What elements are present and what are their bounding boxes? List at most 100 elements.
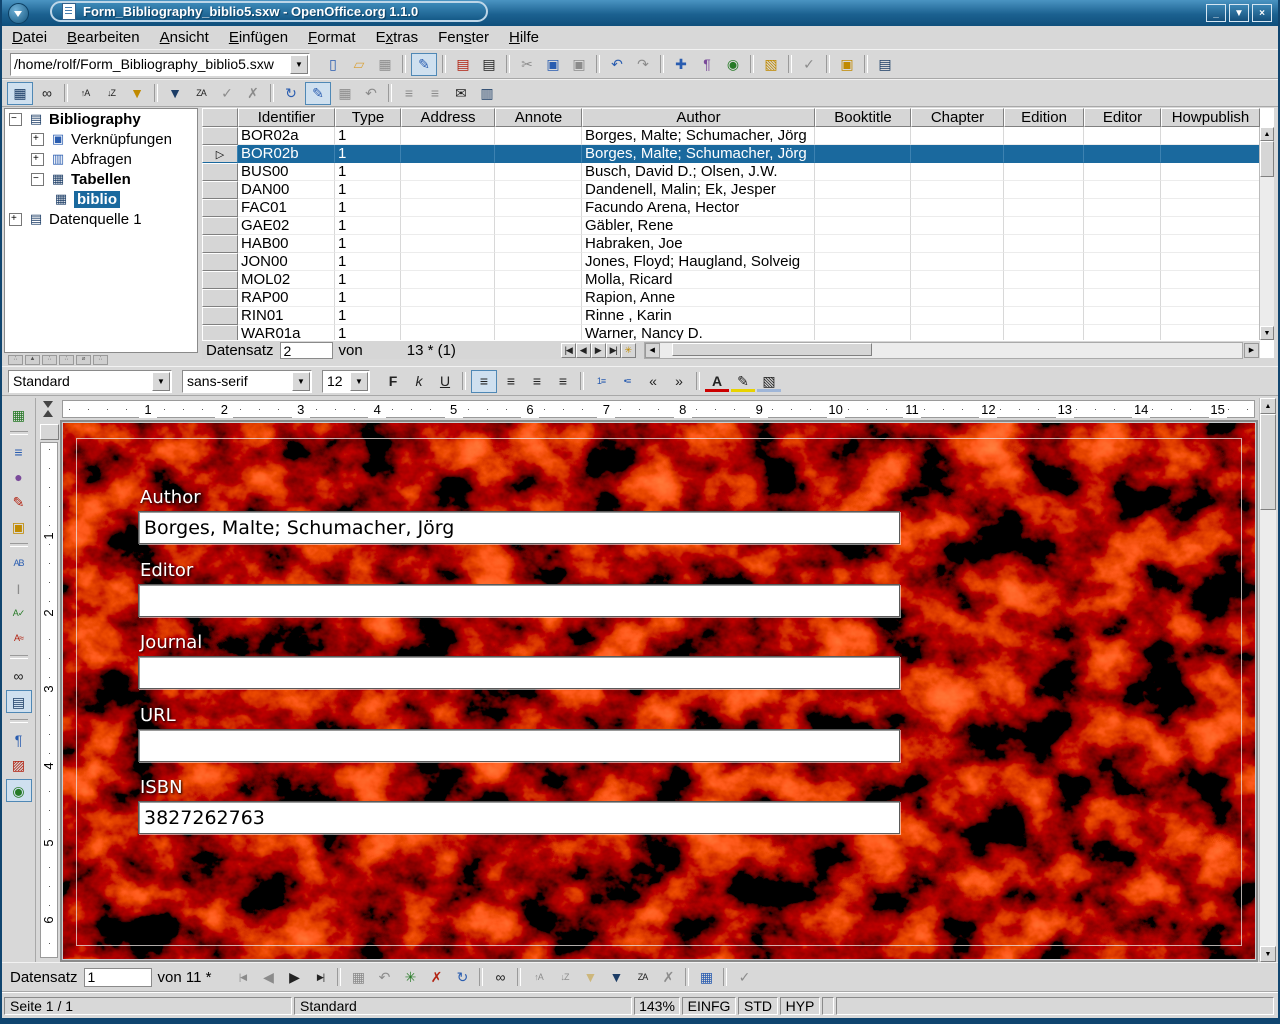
cell[interactable]: 1	[335, 289, 401, 307]
splitter-handle[interactable]: ∴	[42, 355, 57, 365]
cell[interactable]	[495, 127, 582, 145]
cell[interactable]	[495, 235, 582, 253]
cell[interactable]: Borges, Malte; Schumacher, Jörg	[582, 145, 815, 163]
cell[interactable]	[1161, 145, 1260, 163]
cell[interactable]: DAN00	[238, 181, 335, 199]
splitter-pin-icon[interactable]: ⌀	[76, 355, 91, 365]
cell[interactable]	[495, 199, 582, 217]
table-row[interactable]: RAP001Rapion, Anne	[202, 289, 1260, 307]
cell[interactable]: 1	[335, 217, 401, 235]
row-header[interactable]	[202, 271, 238, 289]
tree-item-queries[interactable]: ▥ Abfragen	[5, 149, 197, 169]
cell[interactable]	[911, 217, 1004, 235]
background-color-icon[interactable]: ▧	[757, 371, 781, 392]
menu-item-fenster[interactable]: Fenster	[428, 28, 499, 47]
scroll-thumb[interactable]	[1260, 141, 1274, 177]
cell[interactable]	[815, 235, 911, 253]
table-row[interactable]: BOR02a1Borges, Malte; Schumacher, Jörg	[202, 127, 1260, 145]
cell[interactable]	[815, 199, 911, 217]
insert-table-icon[interactable]: ▦	[7, 404, 31, 425]
column-header-author[interactable]: Author	[582, 108, 815, 127]
cell[interactable]	[1161, 163, 1260, 181]
row-header[interactable]	[202, 199, 238, 217]
row-header[interactable]: ▷	[202, 145, 238, 163]
cell[interactable]	[1084, 271, 1161, 289]
cell[interactable]: RIN01	[238, 307, 335, 325]
cell[interactable]	[815, 307, 911, 325]
menu-item-extras[interactable]: Extras	[366, 28, 429, 47]
cell[interactable]	[495, 271, 582, 289]
window-menu-icon[interactable]	[8, 3, 29, 24]
cell[interactable]: BUS00	[238, 163, 335, 181]
cell[interactable]: Rinne , Karin	[582, 307, 815, 325]
cell[interactable]	[1004, 289, 1084, 307]
cell[interactable]	[815, 253, 911, 271]
vertical-ruler[interactable]: 123456	[38, 420, 60, 962]
cell[interactable]	[401, 307, 495, 325]
cell[interactable]: HAB00	[238, 235, 335, 253]
hyperlink-icon[interactable]: ◉	[721, 54, 745, 75]
cell[interactable]	[495, 253, 582, 271]
tree-item-datasource1[interactable]: ▤ Datenquelle 1	[5, 209, 197, 229]
cell[interactable]	[911, 145, 1004, 163]
cell[interactable]	[1084, 127, 1161, 145]
prev-record-icon[interactable]: ◀	[576, 343, 591, 358]
cell[interactable]	[911, 127, 1004, 145]
table-row[interactable]: HAB001Habraken, Joe	[202, 235, 1260, 253]
status-hyperlink-mode[interactable]: HYP	[780, 997, 820, 1015]
cell[interactable]: Habraken, Joe	[582, 235, 815, 253]
menu-item-datei[interactable]: Datei	[2, 28, 57, 47]
scroll-thumb[interactable]	[1260, 414, 1276, 510]
cell[interactable]	[1161, 325, 1260, 340]
sort-descending-icon[interactable]: ↓Z	[99, 83, 123, 104]
highlighting-icon[interactable]: ✎	[731, 371, 755, 392]
draw-functions-icon[interactable]: ✎	[7, 491, 31, 512]
table-row[interactable]: WAR01a1Warner, Nancy D.	[202, 325, 1260, 340]
cell[interactable]	[1161, 235, 1260, 253]
minimize-icon[interactable]: _	[1206, 4, 1226, 22]
cell[interactable]	[1004, 271, 1084, 289]
tree-item-links[interactable]: ▣ Verknüpfungen	[5, 129, 197, 149]
cell[interactable]	[1084, 235, 1161, 253]
grid-v-scrollbar[interactable]: ▲ ▼	[1259, 127, 1274, 340]
cell[interactable]: 1	[335, 163, 401, 181]
shade-icon[interactable]: ▼	[1229, 4, 1249, 22]
cell[interactable]: Jones, Floyd; Haugland, Solveig	[582, 253, 815, 271]
paragraph-style-combobox[interactable]: Standard ▼	[8, 370, 172, 393]
cell[interactable]: Warner, Nancy D.	[582, 325, 815, 340]
new-record-icon[interactable]: ✳	[398, 967, 422, 988]
record-number-input[interactable]: 2	[280, 342, 333, 359]
cell[interactable]: 1	[335, 181, 401, 199]
increase-indent-icon[interactable]: »	[667, 371, 691, 392]
splitter-collapse-icon[interactable]: ▲	[25, 355, 40, 365]
cell[interactable]: 1	[335, 145, 401, 163]
cell[interactable]: 1	[335, 271, 401, 289]
spellcheck-icon[interactable]: A✓	[7, 603, 31, 624]
field-input-journal[interactable]	[138, 656, 900, 689]
cell[interactable]	[495, 181, 582, 199]
status-page-style[interactable]: Standard	[294, 997, 632, 1015]
cell[interactable]	[1004, 145, 1084, 163]
collapse-icon[interactable]	[9, 113, 22, 126]
cell[interactable]	[1084, 253, 1161, 271]
cell[interactable]: 1	[335, 325, 401, 340]
cell[interactable]: MOL02	[238, 271, 335, 289]
cell[interactable]: 1	[335, 127, 401, 145]
data-sources-view-icon[interactable]: ▤	[6, 690, 32, 713]
expand-icon[interactable]	[9, 213, 22, 226]
row-header[interactable]	[202, 325, 238, 340]
cell[interactable]	[1084, 199, 1161, 217]
cell[interactable]	[1161, 271, 1260, 289]
cell[interactable]	[911, 199, 1004, 217]
cell[interactable]	[911, 163, 1004, 181]
cell[interactable]	[1004, 253, 1084, 271]
table-data-view-icon[interactable]: ▦	[7, 82, 33, 105]
cell[interactable]	[1084, 325, 1161, 340]
cell[interactable]: Dandenell, Malin; Ek, Jesper	[582, 181, 815, 199]
title-bar[interactable]: Form_Bibliography_biblio5.sxw - OpenOffi…	[2, 0, 1278, 26]
dropdown-arrow-icon[interactable]: ▼	[152, 372, 170, 391]
document-v-scrollbar[interactable]: ▲ ▼	[1259, 398, 1276, 962]
online-layout-icon[interactable]: ◉	[6, 779, 32, 802]
menu-item-hilfe[interactable]: Hilfe	[499, 28, 549, 47]
undo-icon[interactable]: ↶	[605, 54, 629, 75]
